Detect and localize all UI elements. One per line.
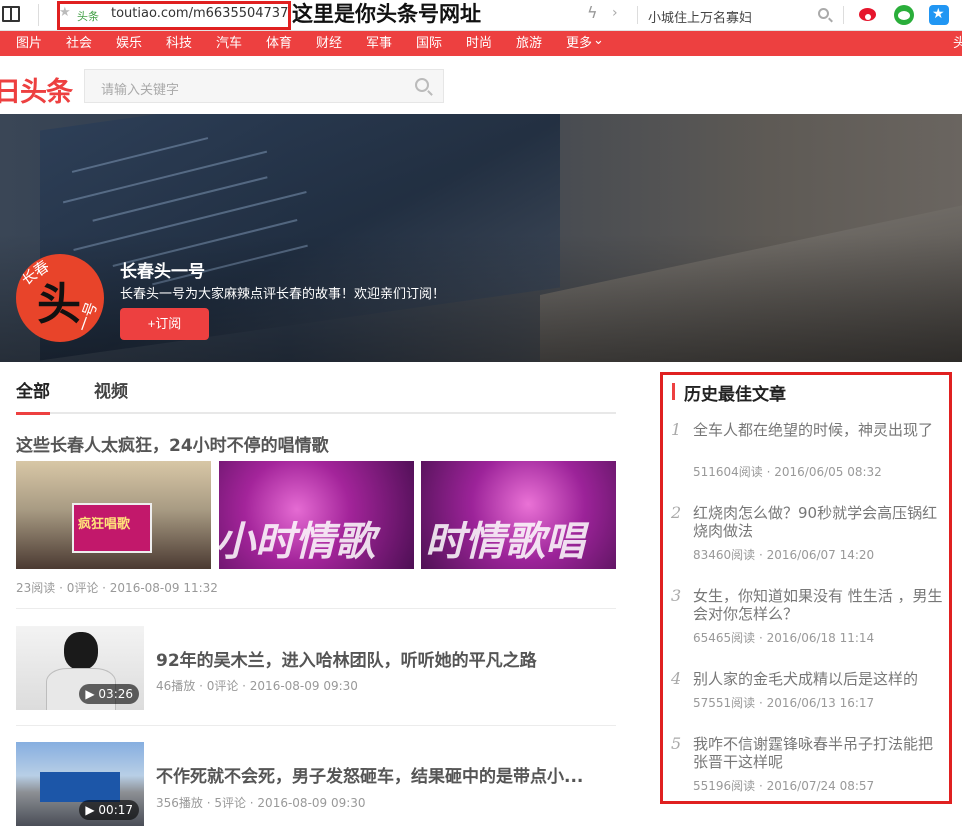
bookmark-star-icon[interactable]: ★ — [59, 5, 71, 20]
tab-video[interactable]: 视频 — [94, 377, 128, 402]
nav-item-fashion[interactable]: 时尚 — [466, 35, 492, 52]
best-article-title[interactable]: 红烧肉怎么做？90秒就学会高压锅红烧肉做法 — [693, 504, 943, 540]
hot-search-query[interactable]: 小城住上万名寡妇 — [648, 7, 752, 26]
thumbnail-figure — [64, 632, 98, 670]
search-box[interactable]: 请输入关键字 — [84, 69, 444, 103]
search-icon[interactable] — [415, 78, 429, 92]
avatar[interactable]: 长春 头 一号 — [16, 254, 104, 342]
toolbar-divider — [637, 6, 638, 24]
lightning-icon[interactable]: ϟ — [587, 3, 598, 22]
chevron-down-icon[interactable]: ⌄ — [593, 32, 604, 49]
reading-mode-icon[interactable] — [2, 6, 20, 22]
address-bar[interactable]: toutiao.com/m6635504737 — [111, 6, 288, 21]
toolbar-divider — [38, 4, 39, 26]
thumbnail-building — [40, 772, 120, 802]
nav-item-sports[interactable]: 体育 — [266, 35, 292, 52]
panel-title-accent — [672, 383, 675, 400]
rank-number: 4 — [671, 669, 682, 688]
best-article-title[interactable]: 女生，你知道如果没有 性生活 ，男生会对你怎样么？ — [693, 587, 943, 623]
rank-number: 1 — [671, 420, 682, 439]
nav-item-finance[interactable]: 财经 — [316, 35, 342, 52]
video-duration: ▶ 03:26 — [79, 684, 139, 704]
article-divider — [16, 725, 616, 726]
nav-item-auto[interactable]: 汽车 — [216, 35, 242, 52]
article-divider — [16, 608, 616, 609]
video-thumbnail[interactable]: ▶ 03:26 — [16, 626, 144, 710]
favorites-star-icon[interactable]: ★ — [929, 5, 949, 25]
article-thumbnail[interactable]: 时情歌唱 — [421, 461, 616, 569]
site-tag: 头条 — [77, 10, 99, 23]
article-meta: 356播放 · 5评论 · 2016-08-09 09:30 — [156, 796, 366, 810]
nav-item-entertainment[interactable]: 娱乐 — [116, 35, 142, 52]
search-input[interactable]: 请输入关键字 — [101, 79, 179, 98]
thumbnail-text: 时情歌唱 — [425, 519, 585, 565]
best-article-meta: 55196阅读 · 2016/07/24 08:57 — [693, 779, 875, 793]
profile-name: 长春头一号 — [120, 262, 205, 282]
best-article-meta: 83460阅读 · 2016/06/07 14:20 — [693, 548, 875, 562]
article-thumbnail[interactable]: 疯狂唱歌 — [16, 461, 211, 569]
category-nav: 图片 社会 娱乐 科技 汽车 体育 财经 军事 国际 时尚 旅游 更多 ⌄ 头 — [0, 31, 962, 56]
nav-item-cutoff[interactable]: 头 — [953, 35, 962, 52]
best-article-meta: 511604阅读 · 2016/06/05 08:32 — [693, 465, 882, 479]
rank-number: 5 — [671, 734, 682, 753]
tab-all[interactable]: 全部 — [16, 377, 50, 415]
article-title[interactable]: 不作死就不会死，男子发怒砸车，结果砸中的是带点小... — [156, 762, 583, 787]
toolbar-divider — [843, 6, 844, 24]
search-icon[interactable] — [818, 8, 829, 19]
best-article-meta: 65465阅读 · 2016/06/18 11:14 — [693, 631, 875, 645]
nav-item-pictures[interactable]: 图片 — [16, 35, 42, 52]
nav-item-international[interactable]: 国际 — [416, 35, 442, 52]
chevron-right-icon[interactable]: › — [612, 5, 618, 21]
site-logo[interactable]: 日头条 — [0, 70, 73, 109]
video-thumbnail[interactable]: ▶ 00:17 — [16, 742, 144, 826]
thumbnail-billboard: 疯狂唱歌 — [72, 503, 152, 553]
best-article-meta: 57551阅读 · 2016/06/13 16:17 — [693, 696, 875, 710]
article-meta: 23阅读 · 0评论 · 2016-08-09 11:32 — [16, 581, 218, 595]
nav-item-military[interactable]: 军事 — [366, 35, 392, 52]
rank-number: 3 — [671, 586, 682, 605]
nav-item-tech[interactable]: 科技 — [166, 35, 192, 52]
video-duration: ▶ 00:17 — [79, 800, 139, 820]
wechat-icon[interactable] — [894, 5, 914, 25]
article-title[interactable]: 92年的吴木兰，进入哈林团队，听听她的平凡之路 — [156, 646, 537, 671]
tabs-divider — [16, 412, 616, 414]
article-title[interactable]: 这些长春人太疯狂，24小时不停的唱情歌 — [16, 431, 329, 456]
best-article-title[interactable]: 别人家的金毛犬成精以后是这样的 — [693, 670, 943, 688]
browser-toolbar: ★ 头条 toutiao.com/m6635504737 这里是你头条号网址 ϟ… — [0, 0, 962, 31]
thumbnail-text: 疯狂唱歌 — [78, 517, 131, 532]
subscribe-button[interactable]: +订阅 — [120, 308, 209, 340]
nav-item-society[interactable]: 社会 — [66, 35, 92, 52]
article-thumbnail[interactable]: 小时情歌唱 — [219, 461, 414, 569]
article-meta: 46播放 · 0评论 · 2016-08-09 09:30 — [156, 679, 358, 693]
weibo-icon[interactable] — [858, 5, 878, 25]
best-article-title[interactable]: 全车人都在绝望的时候，神灵出现了 — [693, 421, 943, 439]
rank-number: 2 — [671, 503, 682, 522]
nav-item-more[interactable]: 更多 — [566, 35, 592, 52]
annotation-label: 这里是你头条号网址 — [292, 2, 481, 26]
profile-description: 长春头一号为大家麻辣点评长春的故事！欢迎亲们订阅！ — [120, 287, 446, 302]
nav-item-travel[interactable]: 旅游 — [516, 35, 542, 52]
thumbnail-text: 小时情歌唱 — [219, 519, 375, 565]
best-article-title[interactable]: 我咋不信谢霆锋咏春半吊子打法能把张晋干这样呢 — [693, 735, 943, 771]
panel-title: 历史最佳文章 — [684, 385, 786, 405]
